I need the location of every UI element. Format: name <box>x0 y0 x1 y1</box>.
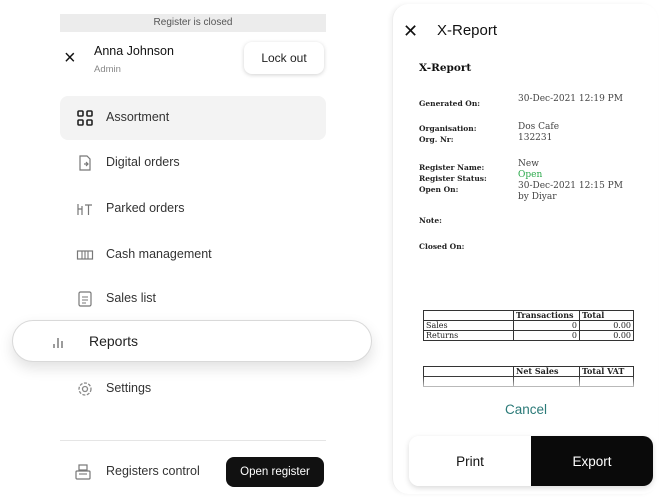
list-icon <box>78 291 92 307</box>
organisation-label: Organisation: <box>419 124 477 133</box>
menu-item-assortment[interactable]: Assortment <box>60 96 326 140</box>
open-on-label: Open On: <box>419 185 459 194</box>
register-status-label: Register Status: <box>419 174 487 183</box>
open-by-value: by Diyar <box>518 192 557 202</box>
gear-icon <box>78 382 92 396</box>
table-header-row: Net Sales Total VAT <box>423 366 634 377</box>
register-name-value: New <box>518 159 539 169</box>
report-document: X-Report Generated On: 30-Dec-2021 12:19… <box>419 54 651 387</box>
parked-icon <box>77 204 92 215</box>
menu-item-parked-orders[interactable]: Parked orders <box>60 187 326 231</box>
action-buttons: Print Export <box>409 436 653 486</box>
generated-on-value: 30-Dec-2021 12:19 PM <box>518 94 623 104</box>
close-icon[interactable]: ✕ <box>403 22 418 40</box>
menu-item-label: Sales list <box>106 291 157 305</box>
open-on-value: 30-Dec-2021 12:15 PM <box>518 181 623 191</box>
note-label: Note: <box>419 216 442 225</box>
registers-control-link[interactable]: Registers control <box>106 464 200 478</box>
user-name: Anna Johnson <box>94 44 174 58</box>
open-register-button[interactable]: Open register <box>226 457 324 487</box>
menu-item-cash-management[interactable]: Cash management <box>60 233 326 277</box>
divider <box>60 440 326 441</box>
report-title: X-Report <box>419 62 472 74</box>
register-icon <box>75 464 91 480</box>
close-icon[interactable]: × <box>64 48 76 68</box>
table-header-cell: Transactions <box>513 310 580 321</box>
register-closed-banner: Register is closed <box>60 14 326 32</box>
transactions-table: Transactions Total Sales 0 0.00 Returns … <box>423 310 634 341</box>
table-header-cell <box>423 366 514 377</box>
cancel-button[interactable]: Cancel <box>393 398 658 420</box>
menu-item-label: Digital orders <box>106 155 180 169</box>
table-header-cell: Total VAT <box>579 366 634 377</box>
table-cell: Sales <box>423 320 514 331</box>
table-header-cell: Total <box>579 310 634 321</box>
table-row: Returns 0 0.00 <box>423 330 634 341</box>
table-header-cell: Net Sales <box>513 366 580 377</box>
user-header: × Anna Johnson Admin Lock out <box>60 40 326 80</box>
closed-on-label: Closed On: <box>419 242 465 251</box>
menu-item-label: Settings <box>106 381 152 395</box>
generated-on-label: Generated On: <box>419 99 481 108</box>
menu-item-settings[interactable]: Settings <box>60 367 326 411</box>
menu-item-label: Cash management <box>106 247 212 261</box>
print-button[interactable]: Print <box>409 436 531 486</box>
table-cell: 0.00 <box>579 320 634 331</box>
table-cell: 0 <box>513 320 580 331</box>
register-status-value: Open <box>518 170 543 180</box>
org-nr-label: Org. Nr: <box>419 135 454 144</box>
menu-item-sales-list[interactable]: Sales list <box>60 277 326 321</box>
org-nr-value: 132231 <box>518 133 553 143</box>
menu-item-label: Assortment <box>106 110 170 124</box>
table-row: Sales 0 0.00 <box>423 320 634 331</box>
menu-item-label: Parked orders <box>106 201 185 215</box>
register-name-label: Register Name: <box>419 163 485 172</box>
scroll-fade <box>393 376 658 392</box>
document-icon <box>79 155 91 171</box>
menu-item-label: Reports <box>89 333 139 349</box>
table-cell: 0 <box>513 330 580 341</box>
table-header-row: Transactions Total <box>423 310 634 321</box>
organisation-value: Dos Cafe <box>518 122 560 132</box>
user-role: Admin <box>94 64 121 75</box>
registers-control-row: Registers control Open register <box>60 455 326 489</box>
table-cell: 0.00 <box>579 330 634 341</box>
lock-out-button[interactable]: Lock out <box>244 42 324 74</box>
menu-item-reports[interactable]: Reports <box>12 320 372 362</box>
x-report-panel: ✕ X-Report X-Report Generated On: 30-Dec… <box>392 4 658 494</box>
export-button[interactable]: Export <box>531 436 653 486</box>
bar-chart-icon <box>53 338 63 348</box>
menu-item-digital-orders[interactable]: Digital orders <box>60 141 326 185</box>
grid-icon <box>77 110 93 126</box>
side-menu-panel: Register is closed × Anna Johnson Admin … <box>0 0 380 498</box>
panel-title: X-Report <box>437 22 498 39</box>
cash-icon <box>76 250 94 260</box>
table-cell: Returns <box>423 330 514 341</box>
table-header-cell <box>423 310 514 321</box>
